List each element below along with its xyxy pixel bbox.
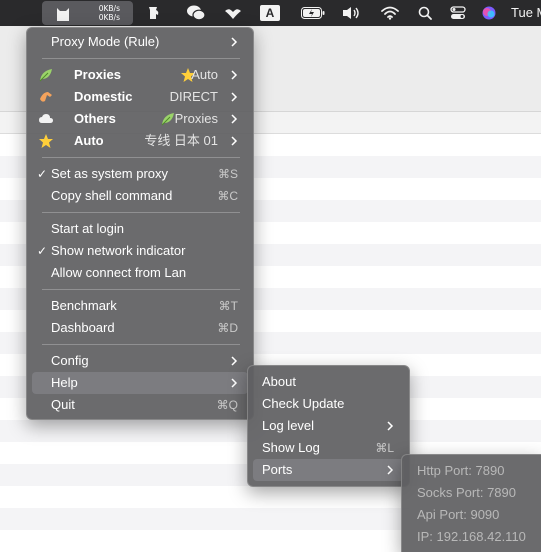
config-label: Config xyxy=(51,353,89,368)
ip-address-item[interactable]: IP: 192.168.42.110 xyxy=(407,526,541,548)
http-port-item[interactable]: Http Port: 7890 xyxy=(407,460,541,482)
menu-item-start-login[interactable]: Start at login xyxy=(32,218,248,240)
leaf-icon xyxy=(161,113,174,126)
chevron-right-icon xyxy=(231,356,238,366)
menu-item-help[interactable]: Help xyxy=(32,372,248,394)
search-icon[interactable] xyxy=(415,0,435,26)
menu-item-show-log[interactable]: Show Log ⌘L xyxy=(253,437,404,459)
proxy-group-others[interactable]: Others Proxies xyxy=(32,108,248,130)
menu-item-copy-shell[interactable]: Copy shell command ⌘C xyxy=(32,185,248,207)
network-speed: 0KB/s 0KB/s xyxy=(86,4,120,22)
menu-item-proxy-mode[interactable]: Proxy Mode (Rule) xyxy=(32,31,248,53)
hand-icon xyxy=(40,92,52,102)
menu-item-about[interactable]: About xyxy=(253,371,404,393)
proxy-mode-label: Proxy Mode (Rule) xyxy=(51,34,160,49)
socks-port-item[interactable]: Socks Port: 7890 xyxy=(407,482,541,504)
cloud-icon xyxy=(39,114,53,123)
ports-label: Ports xyxy=(262,462,293,477)
proxy-group-value: 专线 日本 01 xyxy=(144,133,218,148)
menu-item-show-indicator[interactable]: ✓ Show network indicator xyxy=(32,240,248,262)
menu-item-system-proxy[interactable]: ✓ Set as system proxy ⌘S xyxy=(32,163,248,185)
proxy-group-label: Others xyxy=(74,111,116,126)
chevron-right-icon xyxy=(231,136,238,146)
log-level-label: Log level xyxy=(262,418,315,433)
allow-lan-label: Allow connect from Lan xyxy=(51,265,187,280)
checkmark-icon: ✓ xyxy=(37,167,48,181)
menu-separator xyxy=(42,58,240,59)
system-proxy-label: Set as system proxy xyxy=(51,166,169,181)
siri-icon[interactable] xyxy=(480,0,498,26)
proxy-group-label: Auto xyxy=(74,133,104,148)
input-method-icon[interactable]: A xyxy=(259,0,281,26)
upload-speed: 0KB/s xyxy=(98,4,120,13)
socks-port-label: Socks Port: 7890 xyxy=(417,485,516,500)
shortcut-label: ⌘T xyxy=(218,299,238,313)
chevron-right-icon xyxy=(387,421,394,431)
menu-item-dashboard[interactable]: Dashboard ⌘D xyxy=(32,317,248,339)
wechat-icon[interactable] xyxy=(184,0,208,26)
proxy-group-value: Proxies xyxy=(174,111,218,126)
clash-cat-icon[interactable] xyxy=(52,0,74,26)
shortcut-label: ⌘C xyxy=(217,189,238,203)
proxy-group-label: Domestic xyxy=(74,89,133,104)
dashboard-label: Dashboard xyxy=(51,320,115,335)
proxy-group-label: Proxies xyxy=(74,67,121,82)
ip-address-label: IP: 192.168.42.110 xyxy=(417,529,526,544)
control-center-icon[interactable] xyxy=(448,0,468,26)
quit-label: Quit xyxy=(51,397,75,412)
proxy-group-auto[interactable]: Auto 专线 日本 01 xyxy=(32,130,248,152)
benchmark-label: Benchmark xyxy=(51,298,117,313)
menu-separator xyxy=(42,212,240,213)
shortcut-label: ⌘S xyxy=(217,167,238,181)
api-port-item[interactable]: Api Port: 9090 xyxy=(407,504,541,526)
bird-icon[interactable] xyxy=(222,0,244,26)
chevron-right-icon xyxy=(231,92,238,102)
chevron-right-icon xyxy=(231,114,238,124)
volume-icon[interactable] xyxy=(340,0,364,26)
menubar-clock[interactable]: Tue M xyxy=(511,5,541,20)
proxy-group-proxies[interactable]: Proxies Auto xyxy=(32,64,248,86)
download-speed: 0KB/s xyxy=(98,13,120,22)
help-label: Help xyxy=(51,375,78,390)
menu-item-allow-lan[interactable]: Allow connect from Lan xyxy=(32,262,248,284)
start-login-label: Start at login xyxy=(51,221,124,236)
menu-separator xyxy=(42,344,240,345)
chevron-right-icon xyxy=(231,378,238,388)
menu-item-log-level[interactable]: Log level xyxy=(253,415,404,437)
battery-icon[interactable] xyxy=(300,0,326,26)
wifi-icon[interactable] xyxy=(379,0,401,26)
check-update-label: Check Update xyxy=(262,396,345,411)
help-submenu: About Check Update Log level Show Log ⌘L… xyxy=(247,365,410,487)
ports-submenu: Http Port: 7890 Socks Port: 7890 Api Por… xyxy=(401,454,541,552)
chevron-right-icon xyxy=(231,37,238,47)
proxy-group-value: DIRECT xyxy=(169,89,218,104)
clashx-menu: Proxy Mode (Rule) Proxies Auto Domestic … xyxy=(26,27,254,420)
show-indicator-label: Show network indicator xyxy=(51,243,186,258)
menu-item-ports[interactable]: Ports xyxy=(253,459,404,481)
menu-item-check-update[interactable]: Check Update xyxy=(253,393,404,415)
about-label: About xyxy=(262,374,296,389)
api-port-label: Api Port: 9090 xyxy=(417,507,500,522)
menu-item-quit[interactable]: Quit ⌘Q xyxy=(32,394,248,416)
http-port-label: Http Port: 7890 xyxy=(417,463,505,478)
proxy-group-domestic[interactable]: Domestic DIRECT xyxy=(32,86,248,108)
leaf-icon xyxy=(39,69,52,82)
menu-item-config[interactable]: Config xyxy=(32,350,248,372)
pitcher-icon[interactable] xyxy=(143,0,163,26)
copy-shell-label: Copy shell command xyxy=(51,188,173,203)
show-log-label: Show Log xyxy=(262,440,320,455)
checkmark-icon: ✓ xyxy=(37,244,48,258)
menu-bar: 0KB/s 0KB/s A Tue M xyxy=(0,0,541,26)
chevron-right-icon xyxy=(387,465,394,475)
star-icon xyxy=(39,134,53,148)
menu-separator xyxy=(42,157,240,158)
shortcut-label: ⌘L xyxy=(375,441,394,455)
proxy-group-value: Auto xyxy=(191,67,218,82)
menu-item-benchmark[interactable]: Benchmark ⌘T xyxy=(32,295,248,317)
menu-separator xyxy=(42,289,240,290)
chevron-right-icon xyxy=(231,70,238,80)
shortcut-label: ⌘Q xyxy=(216,398,238,412)
shortcut-label: ⌘D xyxy=(217,321,238,335)
